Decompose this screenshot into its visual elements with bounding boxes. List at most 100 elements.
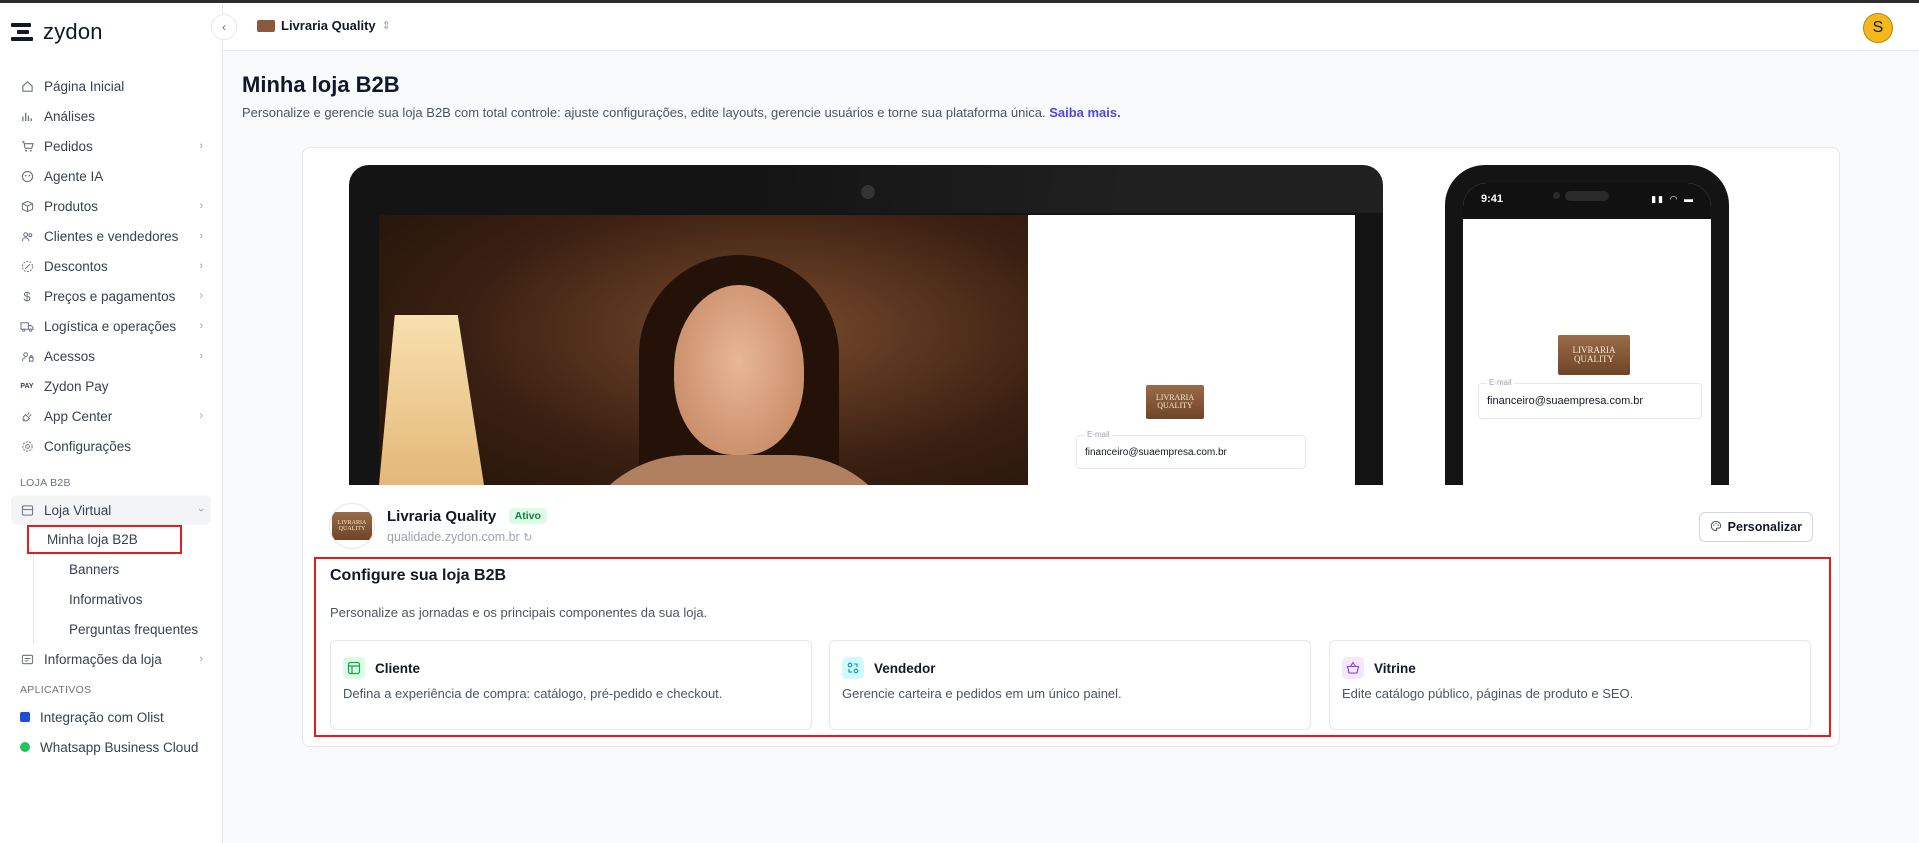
option-desc: Gerencie carteira e pedidos em um único …: [842, 686, 1122, 701]
refresh-icon: ↻: [523, 532, 533, 544]
option-card-vitrine[interactable]: Vitrine Edite catálogo público, páginas …: [1329, 640, 1811, 730]
sidebar-item-label: Agente IA: [44, 168, 104, 184]
layout-icon: [343, 657, 365, 679]
laptop-mockup: LIVRARIA QUALITY E-mail financeiro@suaem…: [349, 165, 1383, 485]
lamp-shape: [379, 315, 484, 485]
sidebar-item-label: Preços e pagamentos: [44, 288, 176, 304]
personalize-label: Personalizar: [1727, 520, 1802, 534]
sidebar-item-produtos[interactable]: Produtos ›: [11, 191, 211, 221]
page-subtitle-text: Personalize e gerencie sua loja B2B com …: [242, 105, 1046, 120]
sidebar-subitem-informativos[interactable]: Informativos: [33, 584, 211, 614]
option-desc: Defina a experiência de compra: catálogo…: [343, 686, 723, 701]
plug-icon: [20, 409, 34, 423]
sidebar-item-agente-ia[interactable]: Agente IA: [11, 161, 211, 191]
email-field-mobile: E-mail financeiro@suaempresa.com.br: [1478, 378, 1702, 419]
page-subtitle: Personalize e gerencie sua loja B2B com …: [242, 105, 1121, 120]
email-label: E-mail: [1487, 378, 1514, 387]
store-switcher[interactable]: Livraria Quality ⇕: [257, 18, 391, 33]
face-shape: [674, 285, 804, 455]
collapse-sidebar-button[interactable]: ‹: [211, 14, 237, 40]
sidebar-item-app-center[interactable]: App Center ›: [11, 401, 211, 431]
olist-icon: [20, 712, 30, 722]
chevron-right-icon: ›: [199, 410, 203, 422]
user-switch-icon: [842, 657, 864, 679]
sidebar-item-logistica[interactable]: Logística e operações ›: [11, 311, 211, 341]
store-preview: LIVRARIA QUALITY E-mail financeiro@suaem…: [303, 148, 1839, 485]
sidebar-item-acessos[interactable]: Acessos ›: [11, 341, 211, 371]
option-card-vendedor[interactable]: Vendedor Gerencie carteira e pedidos em …: [829, 640, 1311, 730]
email-value: financeiro@suaempresa.com.br: [1085, 447, 1227, 458]
option-card-cliente[interactable]: Cliente Defina a experiência de compra: …: [330, 640, 812, 730]
signal-wifi-battery-icon: ▮▮ ◠ ▬: [1651, 194, 1695, 204]
sidebar-item-pedidos[interactable]: Pedidos ›: [11, 131, 211, 161]
sweater-shape: [569, 455, 909, 485]
sidebar-item-configuracoes[interactable]: Configurações: [11, 431, 211, 461]
sidebar-item-pagina-inicial[interactable]: Página Inicial: [11, 71, 211, 101]
section-label-aplicativos: APLICATIVOS: [20, 684, 92, 696]
pay-icon: PAY: [20, 382, 34, 390]
sidebar-item-informacoes-loja[interactable]: Informações da loja ›: [11, 644, 211, 674]
chevron-updown-icon: ⇕: [381, 20, 391, 32]
option-header: Vendedor: [842, 657, 936, 679]
sidebar-item-clientes-vendedores[interactable]: Clientes e vendedores ›: [11, 221, 211, 251]
sidebar-item-label: Informações da loja: [44, 651, 162, 667]
configure-section: Configure sua loja B2B Personalize as jo…: [314, 557, 1831, 737]
login-hero-image: [379, 215, 1028, 485]
option-title: Cliente: [375, 660, 421, 676]
phone-camera: [1553, 192, 1560, 199]
box-icon: [20, 199, 34, 213]
sidebar-nav: Página Inicial Análises Pedidos › Agente…: [11, 71, 211, 762]
learn-more-link[interactable]: Saiba mais.: [1049, 105, 1121, 120]
sidebar-item-descontos[interactable]: Descontos ›: [11, 251, 211, 281]
zydon-logo-icon: [11, 20, 35, 44]
home-icon: [20, 79, 34, 93]
sidebar-subitem-minha-loja[interactable]: Minha loja B2B: [27, 525, 182, 554]
store-card: LIVRARIA QUALITY E-mail financeiro@suaem…: [302, 147, 1840, 747]
sidebar-item-label: Zydon Pay: [44, 378, 109, 394]
chevron-right-icon: ›: [199, 290, 203, 302]
gear-icon: [20, 439, 34, 453]
option-header: Vitrine: [1342, 657, 1416, 679]
sidebar-item-label: Loja Virtual: [44, 502, 112, 518]
sidebar-item-label: App Center: [44, 408, 113, 424]
sidebar-subitem-banners[interactable]: Banners: [33, 554, 211, 584]
sidebar-subitem-perguntas[interactable]: Perguntas frequentes: [33, 614, 211, 644]
store-logo-mobile: LIVRARIA QUALITY: [1558, 335, 1630, 375]
login-panel-desktop: LIVRARIA QUALITY E-mail financeiro@suaem…: [1028, 215, 1355, 485]
topbar: Livraria Quality ⇕ S: [223, 3, 1919, 51]
option-title: Vendedor: [874, 660, 936, 676]
email-label: E-mail: [1085, 430, 1112, 439]
sidebar-item-zydon-pay[interactable]: PAY Zydon Pay: [11, 371, 211, 401]
sidebar-app-olist[interactable]: Integração com Olist: [11, 702, 211, 732]
page-title: Minha loja B2B: [242, 72, 400, 97]
sidebar-item-loja-virtual[interactable]: Loja Virtual ›: [11, 495, 211, 525]
zydon-logo[interactable]: zydon: [11, 19, 103, 45]
email-field-desktop: E-mail financeiro@suaempresa.com.br: [1076, 430, 1306, 469]
status-badge: Ativo: [508, 508, 547, 524]
sidebar-subitem-label: Informativos: [69, 591, 143, 607]
palette-icon: [1710, 520, 1722, 535]
store-switcher-label: Livraria Quality: [281, 18, 376, 33]
discount-icon: [20, 259, 34, 273]
sidebar-item-label: Integração com Olist: [40, 709, 164, 725]
user-avatar[interactable]: S: [1863, 13, 1893, 43]
sidebar-item-label: Página Inicial: [44, 78, 125, 94]
sidebar-subitem-label: Banners: [69, 561, 120, 577]
sidebar-item-precos-pagamentos[interactable]: $ Preços e pagamentos ›: [11, 281, 211, 311]
sidebar-app-whatsapp[interactable]: Whatsapp Business Cloud: [11, 732, 211, 762]
chart-icon: [20, 109, 34, 123]
sidebar-item-label: Clientes e vendedores: [44, 228, 179, 244]
option-title: Vitrine: [1374, 660, 1416, 676]
sidebar: zydon Página Inicial Análises Pedidos › …: [0, 3, 223, 843]
users-icon: [20, 229, 34, 243]
store-url: qualidade.zydon.com.br: [387, 530, 520, 544]
avatar-letter: S: [1872, 19, 1884, 36]
personalize-button[interactable]: Personalizar: [1698, 512, 1813, 542]
phone-notch: [1565, 191, 1609, 201]
sidebar-item-analises[interactable]: Análises: [11, 101, 211, 131]
store-avatar: LIVRARIA QUALITY: [329, 503, 375, 549]
laptop-camera: [861, 185, 875, 199]
sidebar-item-label: Descontos: [44, 258, 108, 274]
chevron-right-icon: ›: [199, 140, 203, 152]
store-url-link[interactable]: qualidade.zydon.com.br ↻: [387, 530, 547, 544]
